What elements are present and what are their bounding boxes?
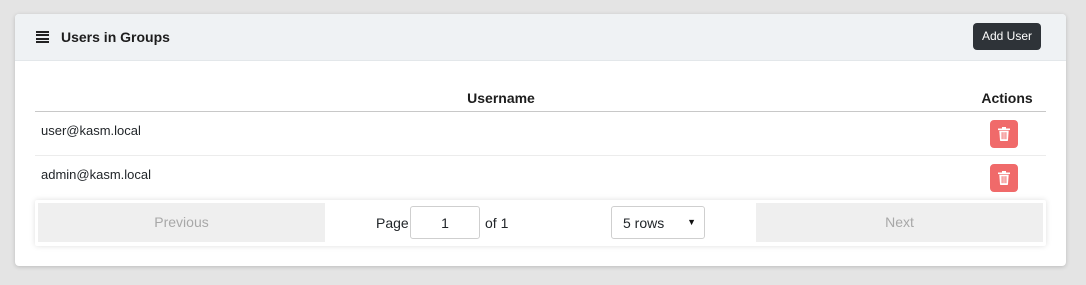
username-cell: admin@kasm.local: [41, 167, 152, 182]
page-number-input[interactable]: [410, 206, 480, 239]
card-header: Users in Groups Add User: [15, 14, 1066, 61]
column-header-username[interactable]: Username: [35, 90, 967, 106]
rows-per-page-select[interactable]: 5 rows ▼: [611, 206, 705, 239]
pagination-bar: Previous Page of 1 5 rows ▼ Next: [35, 200, 1046, 246]
delete-user-button[interactable]: [990, 164, 1018, 192]
rows-per-page-value: 5 rows: [623, 215, 665, 231]
table-row: admin@kasm.local: [35, 156, 1046, 200]
table-header-row: Username Actions: [35, 89, 1046, 112]
trash-icon: [998, 171, 1010, 185]
caret-down-icon: ▼: [687, 217, 696, 227]
page-label: Page: [376, 215, 409, 231]
list-icon: [36, 31, 49, 43]
table-row: user@kasm.local: [35, 112, 1046, 156]
username-cell: user@kasm.local: [41, 123, 141, 138]
card-title: Users in Groups: [61, 29, 170, 45]
add-user-button[interactable]: Add User: [973, 23, 1041, 50]
delete-user-button[interactable]: [990, 120, 1018, 148]
column-header-actions: Actions: [981, 90, 1033, 106]
next-button[interactable]: Next: [756, 203, 1043, 242]
users-table: Username Actions user@kasm.local admin@k…: [35, 89, 1046, 200]
users-in-groups-card: Users in Groups Add User Username Action…: [15, 14, 1066, 266]
previous-button[interactable]: Previous: [38, 203, 325, 242]
trash-icon: [998, 127, 1010, 141]
page-total-label: of 1: [485, 215, 509, 231]
